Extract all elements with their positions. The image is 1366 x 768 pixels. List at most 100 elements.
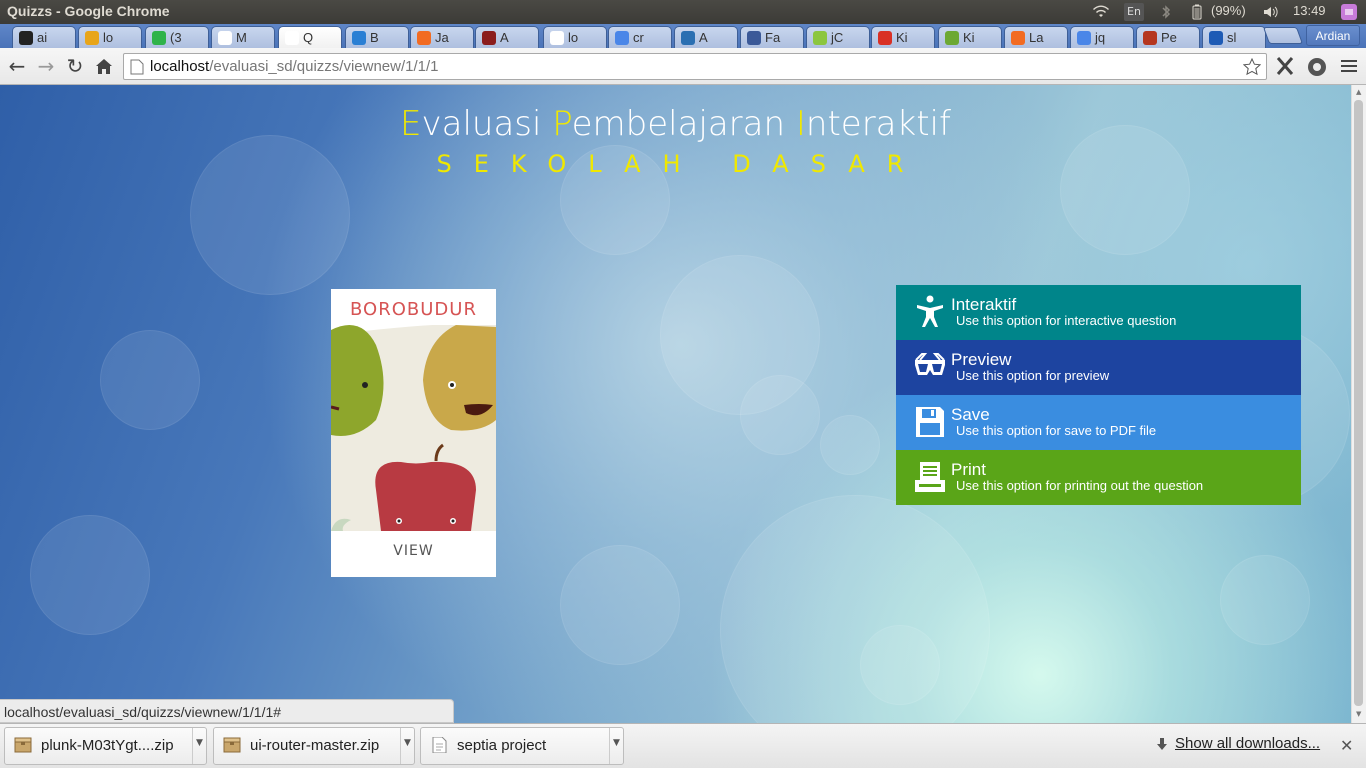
tab-title: B [370, 30, 379, 45]
address-url[interactable]: localhost/evaluasi_sd/quizzs/viewnew/1/1… [150, 58, 439, 75]
preview-option[interactable]: Preview Use this option for preview [896, 340, 1301, 395]
tab[interactable]: Pe [1136, 26, 1200, 48]
link-status-bubble: localhost/evaluasi_sd/quizzs/viewnew/1/1… [0, 699, 454, 723]
tab-title: cr [633, 30, 644, 45]
x-extension-icon[interactable] [1275, 56, 1295, 76]
tab-title: ai [37, 30, 48, 45]
scrollbar-thumb[interactable] [1354, 100, 1363, 706]
new-tab-button[interactable] [1262, 27, 1304, 44]
volume-icon[interactable] [1263, 4, 1279, 20]
tab-title: A [500, 30, 509, 45]
tab[interactable]: jC [806, 26, 870, 48]
tab-title: lo [568, 30, 579, 45]
download-menu-chevron-icon[interactable]: ▼ [400, 728, 414, 764]
system-menu-icon[interactable] [1340, 3, 1358, 21]
background-bubble [560, 545, 680, 665]
option-description: Use this option for printing out the que… [956, 478, 1204, 493]
chrome-menu-icon[interactable] [1341, 58, 1357, 74]
download-item[interactable]: ui-router-master.zip ▼ [213, 727, 415, 765]
tab[interactable]: Q [278, 26, 342, 48]
tab-favicon-icon [945, 31, 959, 45]
tab[interactable]: B [345, 26, 409, 48]
tab-favicon-icon [417, 31, 431, 45]
tab-favicon-icon [218, 31, 232, 45]
tab-favicon-icon [152, 31, 166, 45]
reload-icon[interactable]: ↻ [63, 54, 87, 78]
quiz-card-image [331, 325, 496, 531]
tab[interactable]: (3 [145, 26, 209, 48]
tab[interactable]: La [1004, 26, 1068, 48]
download-menu-chevron-icon[interactable]: ▼ [609, 728, 623, 764]
tab[interactable]: Ja [410, 26, 474, 48]
download-filename: ui-router-master.zip [250, 737, 380, 754]
option-description: Use this option for save to PDF file [956, 423, 1157, 438]
tab[interactable]: M [211, 26, 275, 48]
close-downloads-icon[interactable]: ✕ [1340, 736, 1353, 755]
scroll-down-arrow-icon[interactable]: ▼ [1356, 710, 1361, 718]
download-menu-chevron-icon[interactable]: ▼ [192, 728, 206, 764]
option-title: Preview [951, 350, 1012, 369]
tab-favicon-icon [550, 31, 564, 45]
background-bubble [720, 495, 990, 723]
tab-title: jC [831, 30, 844, 45]
clock[interactable]: 13:49 [1293, 3, 1326, 18]
wifi-icon[interactable] [1093, 4, 1109, 20]
tab[interactable]: ai [12, 26, 76, 48]
page-subtitle: SEKOLAH DASAR [436, 150, 926, 178]
tab[interactable]: lo [543, 26, 607, 48]
archive-icon [223, 737, 241, 753]
tab-favicon-icon [19, 31, 33, 45]
page-icon [130, 59, 144, 75]
tab[interactable]: sl [1202, 26, 1266, 48]
tab-favicon-icon [85, 31, 99, 45]
title-highlight-letter: I [795, 104, 806, 144]
interaktif-option[interactable]: Interaktif Use this option for interactiv… [896, 285, 1301, 340]
tab[interactable]: Ki [871, 26, 935, 48]
tab-favicon-icon [615, 31, 629, 45]
battery-icon[interactable] [1189, 4, 1205, 20]
scroll-up-arrow-icon[interactable]: ▲ [1356, 88, 1361, 96]
download-item[interactable]: plunk-M03tYgt....zip ▼ [4, 727, 207, 765]
tab-favicon-icon [681, 31, 695, 45]
option-description: Use this option for interactive question [956, 313, 1177, 328]
tab-title: Q [303, 30, 314, 45]
tab-favicon-icon [1077, 31, 1091, 45]
tab[interactable]: A [674, 26, 738, 48]
tab[interactable]: cr [608, 26, 672, 48]
tab-favicon-icon [813, 31, 827, 45]
show-all-downloads-link[interactable]: Show all downloads... [1175, 735, 1320, 752]
tab[interactable]: lo [78, 26, 142, 48]
back-icon[interactable]: ← [5, 54, 29, 78]
battery-percent: (99%) [1211, 3, 1246, 18]
quiz-card-title: BOROBUDUR [350, 299, 477, 320]
download-filename: plunk-M03tYgt....zip [41, 737, 174, 754]
tab[interactable]: Ki [938, 26, 1002, 48]
quiz-view-button[interactable]: VIEW [331, 543, 496, 559]
tab[interactable]: jq [1070, 26, 1134, 48]
download-arrow-icon [1157, 738, 1167, 750]
tab-title: Pe [1161, 30, 1177, 45]
extension-film-icon[interactable] [1306, 56, 1328, 78]
address-bar[interactable]: localhost/evaluasi_sd/quizzs/viewnew/1/1… [123, 53, 1267, 80]
forward-icon[interactable]: → [34, 54, 58, 78]
keyboard-language-indicator[interactable]: En [1124, 3, 1144, 21]
title-highlight-letter: P [552, 104, 572, 144]
tab-title: M [236, 30, 247, 45]
profile-button[interactable]: Ardian [1306, 25, 1360, 46]
tab-strip: ai lo (3 M Q B Ja Alo cr A Fa jC Ki Ki La jq Pe sl [0, 24, 1366, 48]
home-icon[interactable] [95, 58, 113, 75]
background-bubble [740, 375, 820, 455]
print-option[interactable]: Print Use this option for printing out th… [896, 450, 1301, 505]
title-text: valuasi [421, 104, 553, 144]
option-title: Save [951, 405, 990, 424]
bookmark-star-icon[interactable] [1243, 58, 1261, 76]
download-item[interactable]: septia project ▼ [420, 727, 624, 765]
option-description: Use this option for preview [956, 368, 1110, 383]
tab-title: sl [1227, 30, 1237, 45]
tab[interactable]: A [475, 26, 539, 48]
save-option[interactable]: Save Use this option for save to PDF file [896, 395, 1301, 450]
download-filename: septia project [457, 737, 547, 754]
tab[interactable]: Fa [740, 26, 804, 48]
archive-icon [14, 737, 32, 753]
bluetooth-icon[interactable] [1158, 4, 1174, 20]
